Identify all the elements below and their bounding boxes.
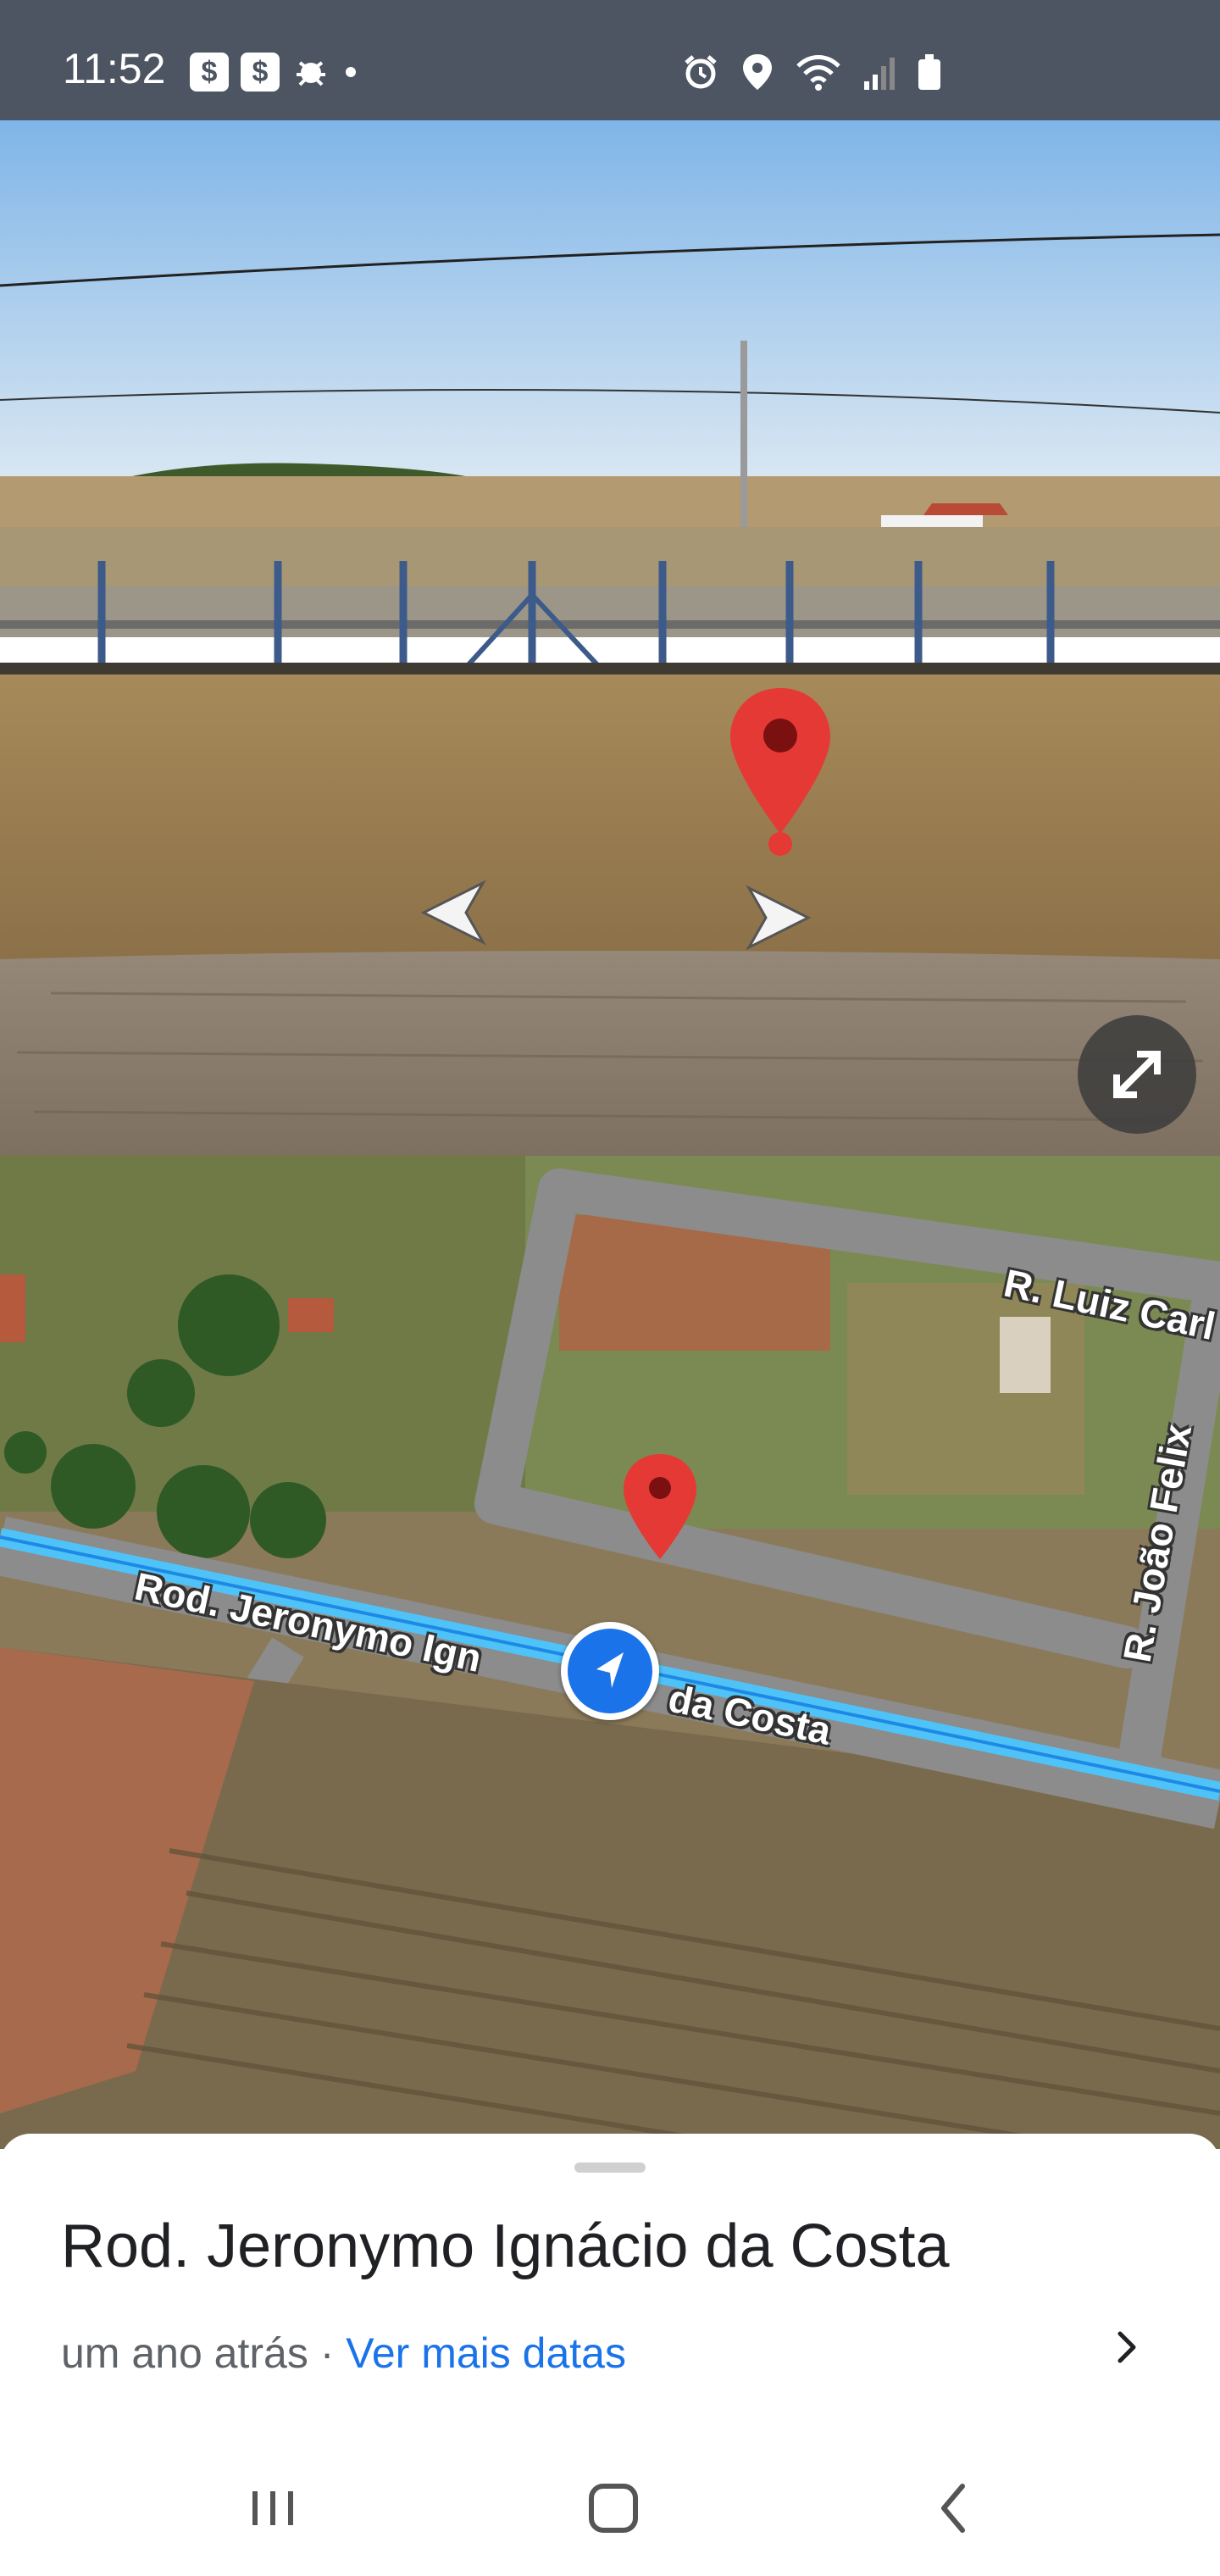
- bug-icon: [297, 61, 325, 86]
- status-right-icons: [681, 53, 942, 92]
- dot-icon: [346, 67, 356, 77]
- street-view-image: [0, 120, 1220, 1156]
- more-dates-link[interactable]: Ver mais datas: [346, 2329, 626, 2377]
- location-icon: [743, 54, 772, 90]
- current-location-marker: [561, 1622, 659, 1720]
- dollar-icon: $: [190, 53, 229, 92]
- location-pin-icon: [730, 688, 830, 856]
- battery-icon: [918, 54, 940, 90]
- recents-icon[interactable]: [239, 2474, 307, 2542]
- dollar-icon: $: [241, 53, 280, 92]
- system-nav-bar: [0, 2440, 1220, 2576]
- street-view-panel[interactable]: [0, 120, 1220, 1156]
- expand-icon: [1113, 1051, 1161, 1098]
- place-title: Rod. Jeronymo Ignácio da Costa: [61, 2212, 950, 2280]
- satellite-map[interactable]: Rod. Jeronymo Ign da Costa R. Luiz Carl …: [0, 1156, 1220, 2149]
- navigation-arrow-icon: [596, 1652, 624, 1688]
- drag-handle[interactable]: [574, 2162, 646, 2173]
- wifi-icon: [796, 55, 840, 91]
- date-line: um ano atrás · Ver mais datas: [61, 2329, 626, 2378]
- chevron-right-icon[interactable]: [732, 880, 825, 956]
- map-pin-icon: [624, 1454, 696, 1559]
- chevron-right-icon[interactable]: [1101, 2322, 1152, 2373]
- home-icon[interactable]: [580, 2474, 647, 2542]
- signal-icon: [864, 58, 895, 90]
- back-icon[interactable]: [920, 2474, 988, 2542]
- alarm-icon: [685, 55, 717, 89]
- chevron-left-icon[interactable]: [407, 874, 500, 951]
- status-left-icons: $ $: [190, 53, 359, 92]
- status-bar: 11:52 $ $: [0, 0, 1220, 120]
- expand-button[interactable]: [1078, 1015, 1196, 1134]
- status-time: 11:52: [63, 45, 166, 92]
- date-text: um ano atrás ·: [61, 2329, 347, 2377]
